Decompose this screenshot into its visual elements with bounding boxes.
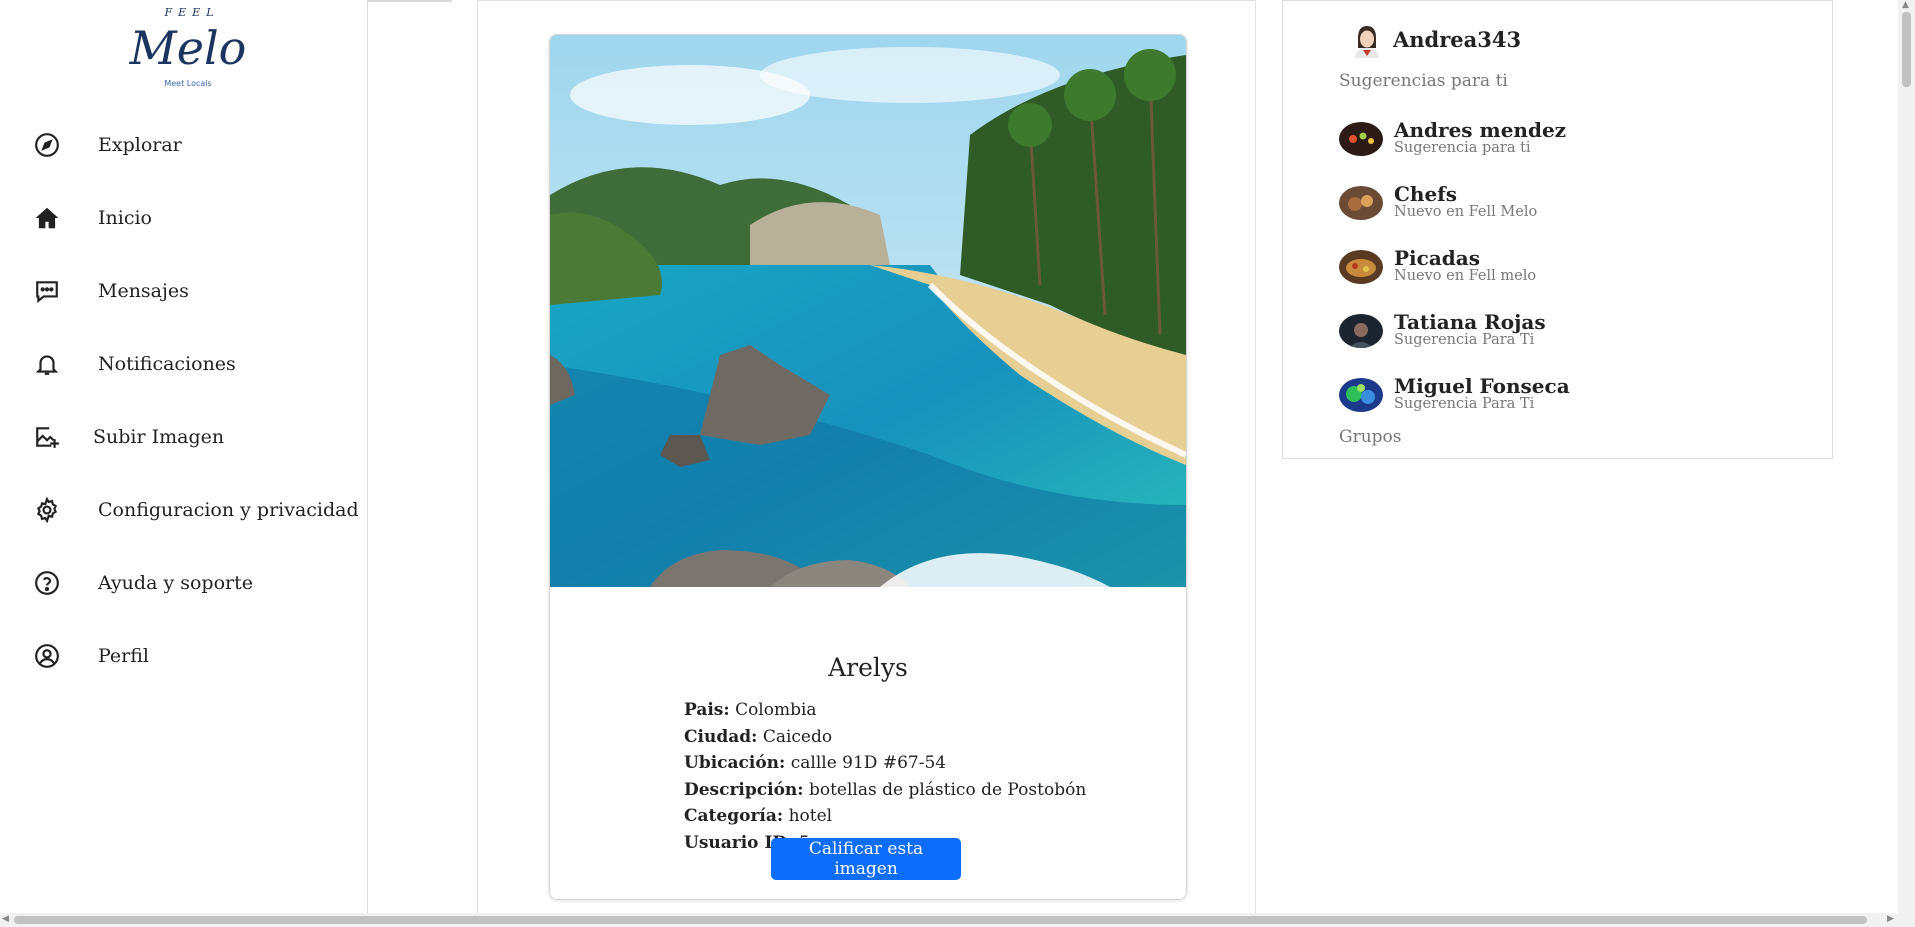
nav-label: Notificaciones	[98, 353, 236, 375]
scroll-up-icon[interactable]: ▲	[1902, 0, 1909, 10]
help-icon	[33, 569, 61, 597]
bell-icon	[33, 350, 61, 378]
user-circle-icon	[33, 642, 61, 670]
image-add-icon	[33, 423, 61, 451]
gear-icon	[33, 496, 61, 524]
nav-label: Subir Imagen	[93, 426, 225, 448]
suggestions-panel: Andrea343 Sugerencias para ti Andres men…	[1282, 0, 1833, 459]
post-image	[550, 35, 1186, 587]
nav-item-notificaciones[interactable]: Notificaciones	[0, 339, 367, 389]
home-icon	[33, 204, 61, 232]
suggestion-subtitle: Sugerencia Para Ti	[1394, 396, 1535, 412]
message-icon	[33, 277, 61, 305]
suggestion-name: Picadas	[1394, 246, 1480, 270]
nav-item-inicio[interactable]: Inicio	[0, 193, 367, 243]
detail-label: Categoría:	[684, 806, 784, 826]
post-details: Pais: Colombia Ciudad: Caicedo Ubicación…	[684, 697, 1164, 856]
nav-label: Perfil	[98, 645, 150, 667]
suggestion-subtitle: Nuevo en Fell melo	[1394, 268, 1537, 284]
detail-row-categoria: Categoría: hotel	[684, 803, 1164, 830]
suggestion-name: Andres mendez	[1394, 118, 1567, 142]
app-logo[interactable]: FEEL Melo Meet Locals	[128, 2, 248, 92]
horizontal-scrollbar[interactable]: ◀ ▶	[0, 913, 1915, 927]
detail-label: Ubicación:	[684, 753, 786, 773]
detail-row-descripcion: Descripción: botellas de plástico de Pos…	[684, 777, 1164, 804]
detail-label: Pais:	[684, 700, 730, 720]
scroll-left-icon[interactable]: ◀	[2, 914, 9, 924]
detail-value: Caicedo	[762, 726, 833, 747]
detail-value: Colombia	[735, 700, 817, 720]
post-title: Arelys	[828, 653, 908, 682]
horizontal-scroll-thumb[interactable]	[14, 916, 1867, 924]
nav-item-configuracion[interactable]: Configuracion y privacidad	[0, 485, 367, 535]
nav-item-subir-imagen[interactable]: Subir Imagen	[0, 412, 367, 462]
vertical-scrollbar[interactable]: ▲	[1898, 0, 1915, 913]
svg-text:Melo: Melo	[129, 21, 247, 75]
svg-text:Meet Locals: Meet Locals	[164, 79, 211, 88]
avatar	[1339, 186, 1383, 220]
detail-row-ciudad: Ciudad: Caicedo	[684, 724, 1164, 751]
suggestion-item[interactable]: Andres mendez Sugerencia para ti	[1339, 118, 1799, 168]
avatar	[1339, 378, 1383, 412]
detail-row-ubicacion: Ubicación: callle 91D #67-54	[684, 750, 1164, 777]
nav-label: Mensajes	[98, 280, 189, 302]
detail-row-pais: Pais: Colombia	[684, 697, 1164, 724]
suggestion-name: Tatiana Rojas	[1394, 310, 1546, 334]
suggestion-name: Chefs	[1394, 182, 1458, 206]
suggestion-item[interactable]: Chefs Nuevo en Fell Melo	[1339, 182, 1799, 232]
suggestion-subtitle: Nuevo en Fell Melo	[1394, 204, 1538, 220]
svg-text:FEEL: FEEL	[164, 6, 220, 19]
scroll-right-icon[interactable]: ▶	[1887, 914, 1894, 924]
avatar	[1339, 122, 1383, 156]
current-user-name[interactable]: Andrea343	[1393, 27, 1521, 52]
divider	[367, 0, 452, 2]
suggestion-item[interactable]: Picadas Nuevo en Fell melo	[1339, 246, 1799, 296]
suggestion-name: Miguel Fonseca	[1394, 374, 1570, 398]
suggestion-subtitle: Sugerencia Para Ti	[1394, 332, 1535, 348]
post-card: Arelys Pais: Colombia Ciudad: Caicedo Ub…	[549, 34, 1187, 900]
detail-label: Descripción:	[684, 779, 804, 800]
detail-label: Ciudad:	[684, 726, 758, 747]
feed[interactable]: Arelys Pais: Colombia Ciudad: Caicedo Ub…	[477, 0, 1256, 913]
nav-label: Ayuda y soporte	[98, 572, 253, 594]
suggestion-item[interactable]: Miguel Fonseca Sugerencia Para Ti	[1339, 374, 1799, 424]
groups-heading: Grupos	[1339, 427, 1402, 447]
vertical-scroll-thumb[interactable]	[1902, 12, 1911, 87]
divider	[478, 0, 1255, 1]
suggestions-heading: Sugerencias para ti	[1339, 71, 1508, 91]
rate-image-button[interactable]: Calificar esta imagen	[771, 838, 961, 880]
nav-item-mensajes[interactable]: Mensajes	[0, 266, 367, 316]
sidebar: FEEL Melo Meet Locals Explorar Inicio Me…	[0, 0, 368, 913]
nav-label: Inicio	[98, 207, 152, 229]
avatar	[1339, 250, 1383, 284]
avatar	[1339, 314, 1383, 348]
nav-item-perfil[interactable]: Perfil	[0, 631, 367, 681]
suggestion-item[interactable]: Tatiana Rojas Sugerencia Para Ti	[1339, 310, 1799, 360]
detail-value: callle 91D #67-54	[790, 753, 947, 773]
nav-label: Configuracion y privacidad	[98, 499, 359, 521]
current-user-avatar[interactable]	[1352, 24, 1382, 58]
nav-label: Explorar	[98, 134, 182, 156]
compass-icon	[33, 131, 61, 159]
detail-value: botellas de plástico de Postobón	[808, 779, 1087, 800]
suggestion-subtitle: Sugerencia para ti	[1394, 140, 1531, 156]
nav-item-ayuda[interactable]: Ayuda y soporte	[0, 558, 367, 608]
detail-value: hotel	[788, 806, 833, 826]
nav-item-explorar[interactable]: Explorar	[0, 120, 367, 170]
